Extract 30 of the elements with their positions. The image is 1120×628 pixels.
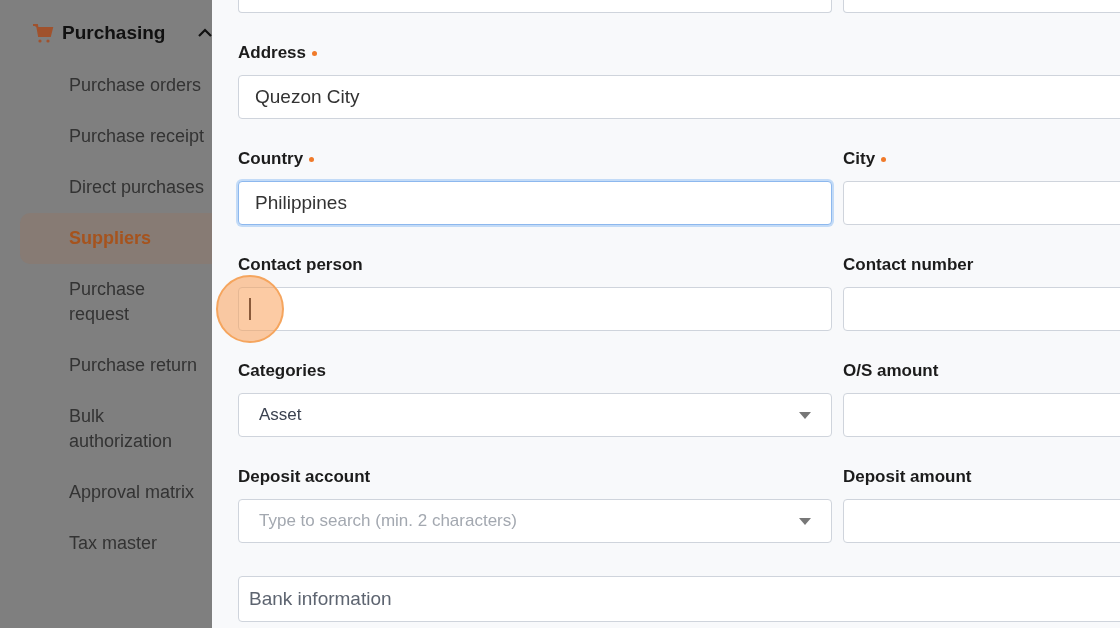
text-cursor-icon (249, 298, 251, 320)
field-label: Contact person (238, 255, 363, 275)
sidebar-item[interactable]: Purchase return (20, 340, 213, 391)
field-label: Address (238, 43, 307, 63)
sidebar-item[interactable]: Approval matrix (20, 467, 213, 518)
chevron-up-icon[interactable] (198, 28, 212, 38)
field-label: City (843, 149, 876, 169)
dropdown-field[interactable]: Asset (238, 393, 832, 437)
field-label: Deposit account (238, 467, 371, 487)
field-label: Contact number (843, 255, 974, 275)
bank-information-section[interactable]: Bank information (238, 576, 1120, 622)
sidebar-item[interactable]: Purchase receipt (20, 111, 213, 162)
sidebar-item[interactable]: Purchase orders (20, 60, 213, 111)
caret-icon (799, 517, 811, 525)
field-label: O/S amount (843, 361, 939, 381)
field-label: Deposit amount (843, 467, 972, 487)
text-field[interactable] (238, 287, 832, 331)
sidebar-item[interactable]: Direct purchases (20, 162, 213, 213)
field-label: Categories (238, 361, 326, 381)
caret-icon (799, 411, 811, 419)
sidebar-item[interactable]: Bulk authorization (20, 391, 213, 467)
text-field[interactable]: Quezon City (238, 75, 1120, 119)
field-label: Country (238, 149, 304, 169)
cart-icon (32, 22, 54, 44)
sidebar-item[interactable]: Purchase request (20, 264, 213, 340)
text-field[interactable] (238, 0, 832, 13)
dropdown-field[interactable]: Type to search (min. 2 characters) (238, 499, 832, 543)
section-title[interactable]: Purchasing (62, 22, 190, 44)
sidebar-item[interactable]: Tax master (20, 518, 213, 569)
text-field[interactable]: Philippines (238, 181, 832, 225)
